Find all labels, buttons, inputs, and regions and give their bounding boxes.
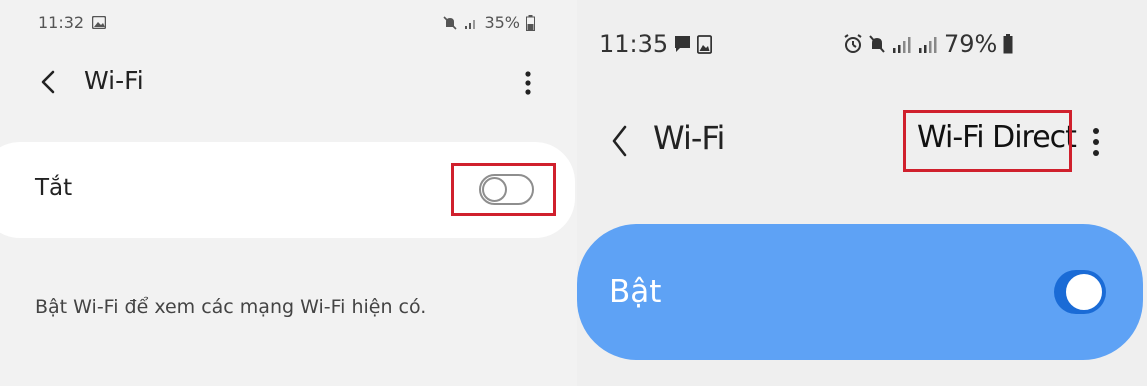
battery-icon [526, 14, 535, 31]
wifi-screen-off: 11:32 35% Wi-Fi Tắt Bật Wi-Fi để xem các… [0, 0, 577, 386]
switch-knob [1064, 272, 1104, 312]
signal-icon [464, 16, 478, 30]
wifi-toggle-label: Bật [609, 274, 662, 310]
status-bar-right: 35% [442, 13, 535, 32]
wifi-screen-on: 11:35 79% Wi-Fi Wi-Fi Direct Bật [577, 0, 1147, 386]
more-options-icon[interactable] [517, 68, 539, 100]
message-icon [674, 35, 691, 54]
page-title: Wi-Fi [84, 66, 144, 95]
battery-percentage: 35% [484, 13, 520, 32]
signal-icon-2 [918, 34, 938, 54]
page-title: Wi-Fi [653, 119, 725, 157]
alarm-icon [844, 34, 862, 54]
comparison-canvas: 11:32 35% Wi-Fi Tắt Bật Wi-Fi để xem các… [0, 0, 1147, 386]
status-time: 11:35 [599, 30, 669, 58]
mute-icon [868, 34, 886, 54]
wifi-switch-on[interactable] [1054, 270, 1106, 314]
back-arrow-icon[interactable] [37, 64, 63, 100]
signal-icon [892, 34, 912, 54]
status-time: 11:32 [38, 13, 85, 32]
status-bar-left: 11:35 [599, 30, 713, 58]
gallery-icon [92, 16, 107, 29]
gallery-icon [697, 34, 713, 54]
highlight-box-wifi-direct [903, 110, 1072, 172]
wifi-toggle-label: Tắt [35, 175, 73, 201]
status-bar-right: 79% [844, 30, 1013, 58]
mute-icon [442, 15, 458, 31]
more-options-icon[interactable] [1084, 122, 1108, 162]
status-bar-left: 11:32 [38, 13, 107, 32]
wifi-hint-text: Bật Wi-Fi để xem các mạng Wi-Fi hiện có. [35, 296, 427, 318]
highlight-box-switch [451, 163, 556, 216]
battery-icon [1003, 34, 1013, 54]
back-arrow-icon[interactable] [609, 120, 631, 162]
battery-percentage: 79% [944, 30, 998, 58]
